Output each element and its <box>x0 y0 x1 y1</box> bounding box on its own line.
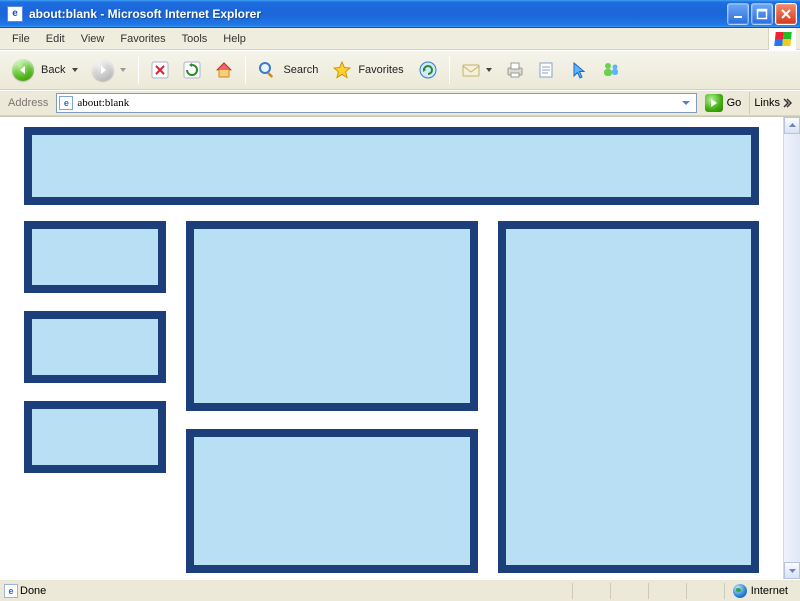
edit-button[interactable] <box>532 56 562 84</box>
search-icon <box>257 60 277 80</box>
menu-file[interactable]: File <box>4 31 38 47</box>
separator <box>245 56 246 84</box>
page-content <box>0 117 783 579</box>
page-icon <box>59 96 73 110</box>
maximize-button[interactable] <box>751 3 773 25</box>
wireframe-header <box>24 127 759 205</box>
status-pane <box>686 583 722 599</box>
favorites-button[interactable]: Favorites <box>327 56 410 84</box>
title-bar: e about:blank - Microsoft Internet Explo… <box>0 0 800 28</box>
back-icon <box>12 59 34 81</box>
history-button[interactable] <box>413 56 443 84</box>
chevron-right-icon <box>782 98 792 108</box>
messenger-button[interactable] <box>596 56 626 84</box>
page-icon <box>4 584 18 598</box>
back-label: Back <box>39 64 67 76</box>
menu-help[interactable]: Help <box>215 31 254 47</box>
mail-button[interactable] <box>456 56 498 84</box>
separator <box>138 56 139 84</box>
ie-icon: e <box>7 6 23 22</box>
mail-icon <box>461 60 481 80</box>
print-button[interactable] <box>500 56 530 84</box>
toolbar: Back Search Favorites <box>0 50 800 90</box>
scroll-up-button[interactable] <box>784 117 800 134</box>
viewport <box>0 116 800 579</box>
chevron-down-icon <box>71 66 79 74</box>
history-icon <box>418 60 438 80</box>
home-button[interactable] <box>209 56 239 84</box>
address-label: Address <box>4 97 52 109</box>
menu-bar: File Edit View Favorites Tools Help <box>0 28 800 50</box>
links-label: Links <box>754 97 780 109</box>
wireframe-sidebar-box-3 <box>24 401 166 473</box>
forward-button[interactable] <box>86 54 132 86</box>
status-text: Done <box>20 585 46 597</box>
edit-icon <box>537 60 557 80</box>
close-button[interactable] <box>775 3 797 25</box>
chevron-down-icon <box>485 66 493 74</box>
wireframe-content-box-right <box>498 221 759 573</box>
search-label: Search <box>281 64 320 76</box>
status-pane <box>610 583 646 599</box>
back-button[interactable]: Back <box>6 54 84 86</box>
refresh-icon <box>182 60 202 80</box>
messenger-icon <box>601 60 621 80</box>
menu-tools[interactable]: Tools <box>174 31 216 47</box>
windows-flag-icon <box>774 32 791 46</box>
go-button[interactable]: Go <box>701 93 746 113</box>
forward-icon <box>92 59 114 81</box>
refresh-button[interactable] <box>177 56 207 84</box>
go-icon <box>705 94 723 112</box>
scroll-down-button[interactable] <box>784 562 800 579</box>
address-dropdown-button[interactable] <box>678 94 694 112</box>
wireframe-sidebar-box-1 <box>24 221 166 293</box>
links-toolbar[interactable]: Links <box>749 92 796 114</box>
status-bar: Done Internet <box>0 579 800 601</box>
wireframe-sidebar-box-2 <box>24 311 166 383</box>
separator <box>449 56 450 84</box>
zone-label: Internet <box>751 585 788 597</box>
security-zone[interactable]: Internet <box>724 583 796 599</box>
home-icon <box>214 60 234 80</box>
throbber-logo <box>768 28 796 50</box>
status-pane <box>572 583 608 599</box>
menu-view[interactable]: View <box>73 31 113 47</box>
address-box[interactable] <box>56 93 696 113</box>
cursor-icon <box>569 60 589 80</box>
favorites-label: Favorites <box>356 64 405 76</box>
menu-edit[interactable]: Edit <box>38 31 73 47</box>
go-label: Go <box>727 97 742 109</box>
address-input[interactable] <box>77 96 673 110</box>
status-pane <box>648 583 684 599</box>
search-button[interactable]: Search <box>252 56 325 84</box>
wireframe-content-box-bottom <box>186 429 478 573</box>
menu-favorites[interactable]: Favorites <box>112 31 173 47</box>
globe-icon <box>733 584 747 598</box>
stop-button[interactable] <box>145 56 175 84</box>
stop-icon <box>150 60 170 80</box>
cursor-button[interactable] <box>564 56 594 84</box>
scroll-track[interactable] <box>784 134 800 562</box>
chevron-down-icon <box>119 66 127 74</box>
vertical-scrollbar[interactable] <box>783 117 800 579</box>
window-title: about:blank - Microsoft Internet Explore… <box>27 7 727 21</box>
favorites-star-icon <box>332 60 352 80</box>
print-icon <box>505 60 525 80</box>
wireframe-content-box-top <box>186 221 478 411</box>
minimize-button[interactable] <box>727 3 749 25</box>
address-bar-row: Address Go Links <box>0 90 800 116</box>
